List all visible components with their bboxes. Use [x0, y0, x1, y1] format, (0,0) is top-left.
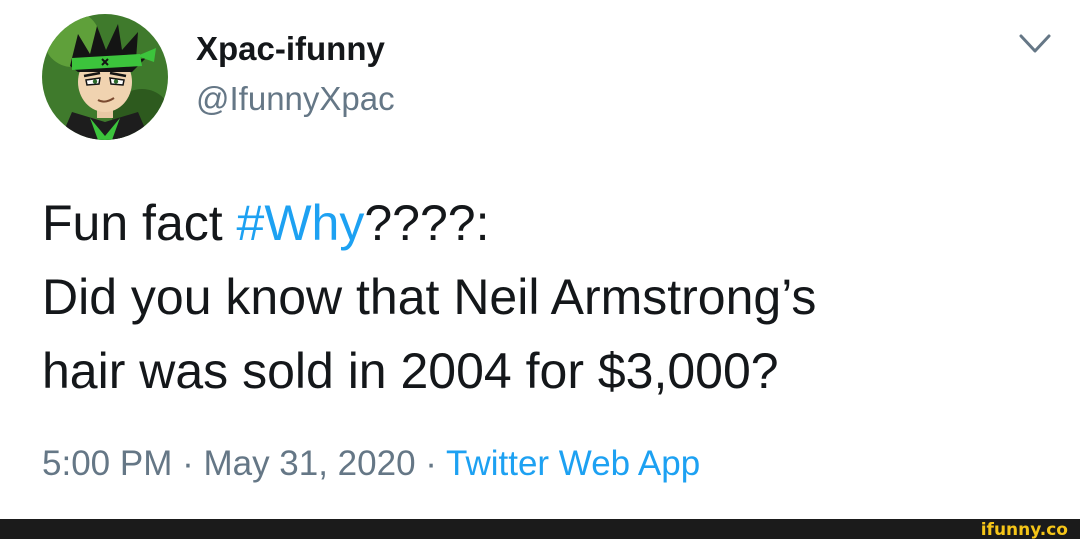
watermark-text: ifunny.co: [981, 520, 1068, 539]
tweet-text: Fun fact #Why????: Did you know that Nei…: [42, 186, 1042, 408]
avatar[interactable]: [42, 14, 168, 140]
ifunny-watermark: ifunny.co: [981, 520, 1068, 539]
tweet-line-3: hair was sold in 2004 for $3,000?: [42, 343, 779, 399]
tweet-meta: 5:00 PM · May 31, 2020 · Twitter Web App: [42, 444, 700, 484]
user-handle[interactable]: @IfunnyXpac: [196, 80, 395, 118]
chevron-down-icon[interactable]: [1018, 32, 1052, 56]
hashtag-link[interactable]: #Why: [237, 195, 365, 251]
tweet-header: Xpac-ifunny @IfunnyXpac: [42, 14, 1052, 140]
avatar-icon: [42, 14, 168, 140]
footer-bar: ifunny.co: [0, 519, 1080, 539]
tweet-text-suffix: ????:: [364, 195, 490, 251]
tweet-source-link[interactable]: Twitter Web App: [446, 444, 700, 483]
tweet-text-prefix: Fun fact: [42, 195, 237, 251]
tweet-timestamp[interactable]: 5:00 PM · May 31, 2020 ·: [42, 444, 446, 483]
display-name[interactable]: Xpac-ifunny: [196, 30, 385, 68]
tweet-line-1: Fun fact #Why????:: [42, 186, 1042, 260]
tweet-line-2: Did you know that Neil Armstrong’s: [42, 269, 817, 325]
